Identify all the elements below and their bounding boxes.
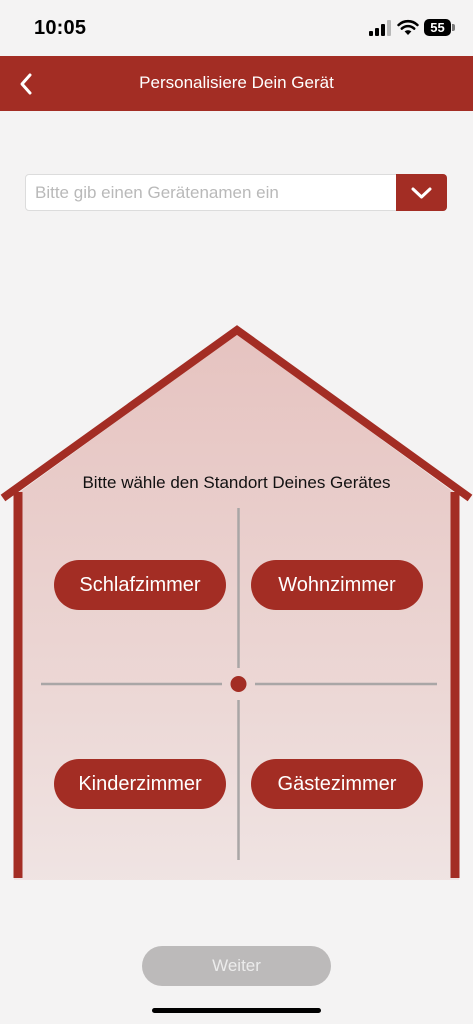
device-name-field <box>25 174 447 211</box>
room-button-schlafzimmer[interactable]: Schlafzimmer <box>54 560 226 610</box>
chevron-down-icon <box>411 187 432 199</box>
room-button-gaestezimmer[interactable]: Gästezimmer <box>251 759 423 809</box>
room-button-wohnzimmer[interactable]: Wohnzimmer <box>251 560 423 610</box>
device-name-input[interactable] <box>26 175 396 210</box>
status-bar: 10:05 55 <box>0 0 473 56</box>
home-indicator[interactable] <box>152 1008 321 1013</box>
status-time: 10:05 <box>34 17 87 39</box>
location-prompt: Bitte wähle den Standort Deines Gerätes <box>82 473 391 492</box>
page-title: Personalisiere Dein Gerät <box>139 73 334 92</box>
header-bar: Personalisiere Dein Gerät <box>0 56 473 111</box>
center-dot <box>230 676 247 692</box>
battery-level: 55 <box>430 20 445 35</box>
signal-icon <box>369 20 391 36</box>
continue-button[interactable]: Weiter <box>142 946 331 986</box>
room-button-kinderzimmer[interactable]: Kinderzimmer <box>54 759 226 809</box>
wifi-icon <box>397 19 419 35</box>
battery-icon: 55 <box>424 19 451 36</box>
device-name-dropdown-button[interactable] <box>396 174 447 211</box>
battery-tip <box>452 24 455 31</box>
